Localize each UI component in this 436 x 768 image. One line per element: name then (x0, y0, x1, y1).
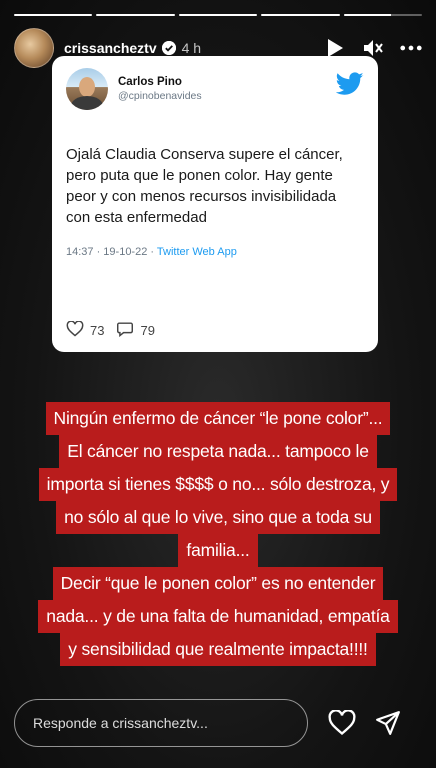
story-footer (14, 698, 422, 748)
caption-line: no sólo al que lo vive, sino que a toda … (56, 501, 380, 534)
send-icon[interactable] (372, 707, 404, 739)
reply-count: 79 (140, 323, 155, 338)
caption-line: importa si tienes $$$$ o no... sólo dest… (38, 468, 398, 501)
verified-badge-icon (161, 41, 176, 55)
more-icon[interactable] (400, 37, 422, 59)
heart-icon[interactable] (326, 707, 358, 739)
caption-line: nada... y de una falta de humanidad, emp… (38, 600, 398, 633)
tweet-source: Twitter Web App (156, 246, 237, 258)
avatar[interactable] (14, 28, 54, 68)
progress-segment (14, 14, 93, 16)
story-caption: Ningún enfermo de cáncer “le pone color”… (0, 402, 436, 666)
caption-line: Decir “que le ponen color” es no entende… (52, 567, 384, 600)
caption-line: Ningún enfermo de cáncer “le pone color”… (45, 402, 391, 435)
progress-segment (178, 14, 258, 16)
username[interactable]: crissancheztv (64, 40, 157, 56)
reply-input[interactable] (14, 699, 308, 747)
tweet-timestamp: 14:37 · 19-10-22 · (66, 246, 157, 258)
progress-segment (343, 14, 423, 16)
caption-line: y sensibilidad que realmente impacta!!!! (60, 633, 376, 666)
tweet-stats: 73 79 (66, 320, 155, 340)
post-time: 4 h (181, 40, 202, 56)
progress-segment (261, 14, 340, 16)
like-count: 73 (90, 323, 105, 338)
tweet-card[interactable]: Carlos Pino @cpinobenavides Ojalá Claudi… (52, 56, 378, 352)
tweet-text: Ojalá Claudia Conserva supere el cáncer,… (66, 146, 343, 226)
tweet-author-name: Carlos Pino (118, 76, 182, 88)
twitter-bird-icon (335, 71, 364, 101)
progress-segment (96, 14, 175, 16)
reply-bubble-icon (116, 321, 134, 340)
tweet-author-avatar (66, 68, 108, 110)
caption-line: familia... (178, 534, 258, 567)
like-heart-icon (66, 320, 84, 340)
story-progress-bar (14, 14, 423, 16)
tweet-author-handle: @cpinobenavides (118, 90, 202, 102)
caption-line: El cáncer no respeta nada... tampoco le (59, 435, 377, 468)
tweet-metadata: 14:37 · 19-10-22 · Twitter Web App (66, 246, 364, 258)
